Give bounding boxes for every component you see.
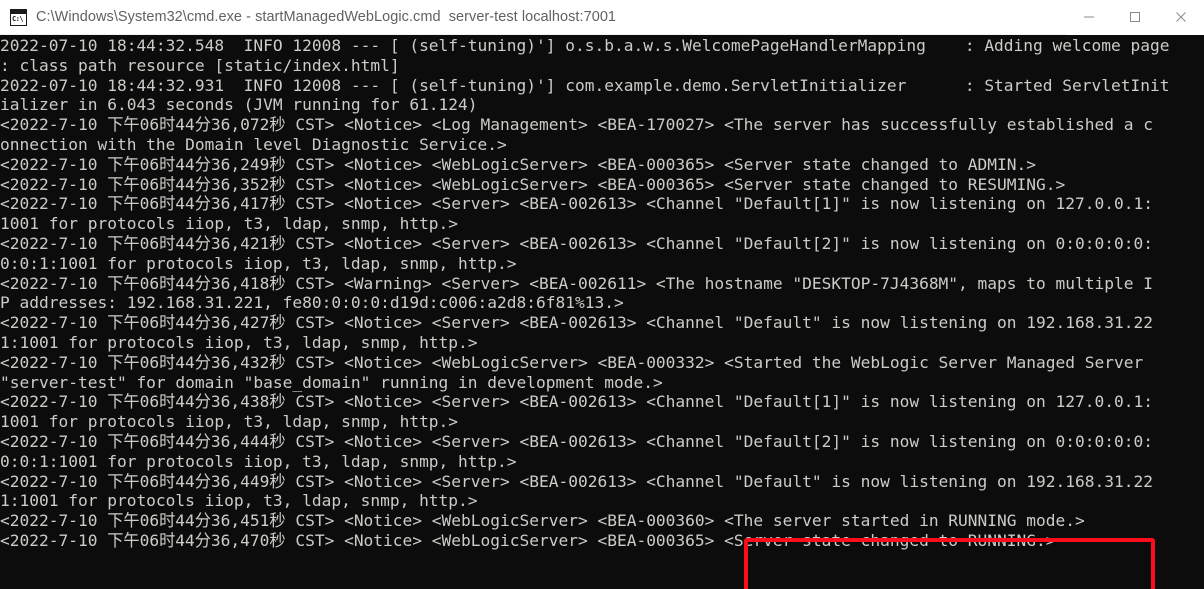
minimize-button[interactable] (1066, 0, 1112, 35)
minimize-icon (1084, 16, 1094, 18)
console-line: 1:1001 for protocols iiop, t3, ldap, snm… (0, 491, 478, 511)
close-icon (1176, 12, 1186, 22)
window-title-text: C:\Windows\System32\cmd.exe - startManag… (36, 9, 617, 25)
close-button[interactable] (1158, 0, 1204, 35)
console-line: 0:0:1:1001 for protocols iiop, t3, ldap,… (0, 253, 517, 273)
console-line: <2022-7-10 下午06时44分36,444秒 CST> <Notice>… (0, 431, 1153, 451)
console-line: <2022-7-10 下午06时44分36,418秒 CST> <Warning… (0, 273, 1153, 293)
console-line-list: 2022-07-10 18:44:32.548 INFO 12008 --- [… (0, 36, 1204, 551)
console-line: 2022-07-10 18:44:32.548 INFO 12008 --- [… (0, 36, 1170, 55)
console-line: "server-test" for domain "base_domain" r… (0, 372, 663, 392)
console-line: <2022-7-10 下午06时44分36,427秒 CST> <Notice>… (0, 313, 1153, 333)
console-line: <2022-7-10 下午06时44分36,417秒 CST> <Notice>… (0, 194, 1153, 214)
maximize-icon (1130, 12, 1140, 22)
cmd-console-icon: C:\ (10, 8, 27, 26)
console-line: P addresses: 192.168.31.221, fe80:0:0:0:… (0, 293, 624, 313)
console-line: <2022-7-10 下午06时44分36,352秒 CST> <Notice>… (0, 174, 1066, 194)
console-line: 1001 for protocols iiop, t3, ldap, snmp,… (0, 412, 459, 432)
window-controls (1066, 0, 1204, 35)
cmd-window: C:\ C:\Windows\System32\cmd.exe - startM… (0, 0, 1204, 589)
console-line: <2022-7-10 下午06时44分36,451秒 CST> <Notice>… (0, 511, 1085, 531)
console-line: <2022-7-10 下午06时44分36,449秒 CST> <Notice>… (0, 471, 1153, 491)
console-line: 0:0:1:1001 for protocols iiop, t3, ldap,… (0, 451, 517, 471)
console-line: <2022-7-10 下午06时44分36,432秒 CST> <Notice>… (0, 352, 1144, 372)
console-output-area[interactable]: 2022-07-10 18:44:32.548 INFO 12008 --- [… (0, 35, 1204, 589)
console-line: onnection with the Domain level Diagnost… (0, 134, 507, 154)
console-line: : class path resource [static/index.html… (0, 55, 400, 75)
console-line: <2022-7-10 下午06时44分36,072秒 CST> <Notice>… (0, 115, 1153, 135)
console-line: 2022-07-10 18:44:32.931 INFO 12008 --- [… (0, 75, 1170, 95)
console-line: 1:1001 for protocols iiop, t3, ldap, snm… (0, 332, 478, 352)
console-line: <2022-7-10 下午06时44分36,421秒 CST> <Notice>… (0, 233, 1153, 253)
console-line: <2022-7-10 下午06时44分36,249秒 CST> <Notice>… (0, 154, 1037, 174)
console-line: <2022-7-10 下午06时44分36,470秒 CST> <Notice>… (0, 530, 1056, 550)
maximize-button[interactable] (1112, 0, 1158, 35)
cmd-icon-prompt-glyph: C:\ (12, 14, 24, 23)
window-title-bar[interactable]: C:\ C:\Windows\System32\cmd.exe - startM… (0, 0, 1204, 35)
console-line: ializer in 6.043 seconds (JVM running fo… (0, 95, 478, 115)
console-line: 1001 for protocols iiop, t3, ldap, snmp,… (0, 214, 459, 234)
console-line: <2022-7-10 下午06时44分36,438秒 CST> <Notice>… (0, 392, 1153, 412)
